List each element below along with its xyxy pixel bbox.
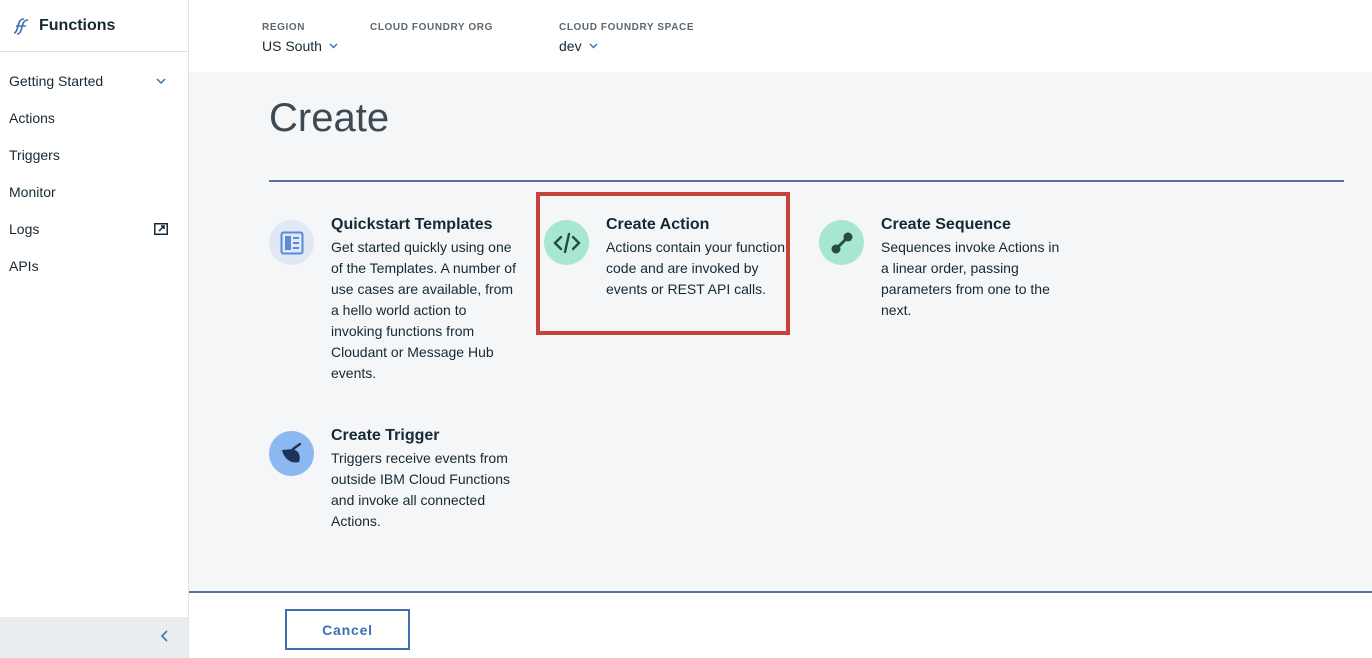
footer: Cancel	[189, 591, 1372, 658]
sidebar: Functions Getting Started Actions Trigge…	[0, 0, 189, 658]
context-header: REGION US South CLOUD FOUNDRY ORG CLOUD …	[189, 0, 1372, 72]
sidebar-item-actions[interactable]: Actions	[0, 99, 188, 136]
template-icon	[269, 220, 314, 265]
main-content: Create Quickstart Templates Get started …	[189, 72, 1372, 591]
sidebar-item-apis[interactable]: APIs	[0, 247, 188, 284]
card-title: Create Action	[606, 216, 710, 233]
region-value: US South	[262, 38, 322, 54]
card-quickstart-templates[interactable]: Quickstart Templates Get started quickly…	[269, 215, 516, 384]
region-selector[interactable]: REGION US South	[262, 22, 338, 54]
page-title: Create	[269, 96, 390, 140]
sidebar-item-label: Actions	[9, 109, 55, 126]
functions-logo-icon	[12, 16, 32, 36]
card-description: Sequences invoke Actions in a linear ord…	[881, 239, 1060, 318]
sidebar-item-label: Logs	[9, 220, 40, 237]
space-dropdown[interactable]: dev	[559, 38, 694, 54]
space-selector[interactable]: CLOUD FOUNDRY SPACE dev	[559, 22, 694, 54]
title-divider	[269, 180, 1344, 182]
sidebar-item-logs[interactable]: Logs	[0, 210, 188, 247]
sidebar-nav: Getting Started Actions Triggers Monitor…	[0, 52, 188, 284]
code-icon	[544, 220, 589, 265]
sidebar-item-monitor[interactable]: Monitor	[0, 173, 188, 210]
brand[interactable]: Functions	[0, 0, 188, 52]
sidebar-collapse-button[interactable]	[0, 617, 188, 658]
sidebar-item-label: APIs	[9, 257, 39, 274]
chevron-down-icon	[329, 43, 338, 49]
sequence-icon	[819, 220, 864, 265]
region-dropdown[interactable]: US South	[262, 38, 338, 54]
card-title: Create Trigger	[331, 427, 440, 444]
card-description: Get started quickly using one of the Tem…	[331, 239, 516, 381]
org-selector[interactable]: CLOUD FOUNDRY ORG	[370, 22, 493, 38]
sidebar-item-triggers[interactable]: Triggers	[0, 136, 188, 173]
external-link-icon	[154, 222, 168, 236]
card-description: Triggers receive events from outside IBM…	[331, 450, 510, 529]
space-value: dev	[559, 38, 582, 54]
app-title: Functions	[39, 16, 116, 34]
card-description: Actions contain your function code and a…	[606, 239, 785, 297]
card-create-trigger[interactable]: Create Trigger Triggers receive events f…	[269, 426, 516, 532]
cancel-button[interactable]: Cancel	[285, 609, 410, 650]
sidebar-item-label: Triggers	[9, 146, 60, 163]
card-title: Quickstart Templates	[331, 216, 493, 233]
card-create-action[interactable]: Create Action Actions contain your funct…	[544, 215, 791, 300]
sidebar-item-label: Getting Started	[9, 72, 104, 89]
chevron-down-icon	[589, 43, 598, 49]
region-label: REGION	[262, 22, 306, 33]
sidebar-item-label: Monitor	[9, 183, 56, 200]
card-title: Create Sequence	[881, 216, 1011, 233]
card-create-sequence[interactable]: Create Sequence Sequences invoke Actions…	[819, 215, 1066, 321]
org-label: CLOUD FOUNDRY ORG	[370, 22, 493, 33]
sidebar-item-getting-started[interactable]: Getting Started	[0, 62, 188, 99]
space-label: CLOUD FOUNDRY SPACE	[559, 22, 695, 33]
chevron-left-icon	[160, 629, 168, 647]
trigger-icon	[269, 431, 314, 476]
chevron-down-icon	[154, 74, 168, 88]
